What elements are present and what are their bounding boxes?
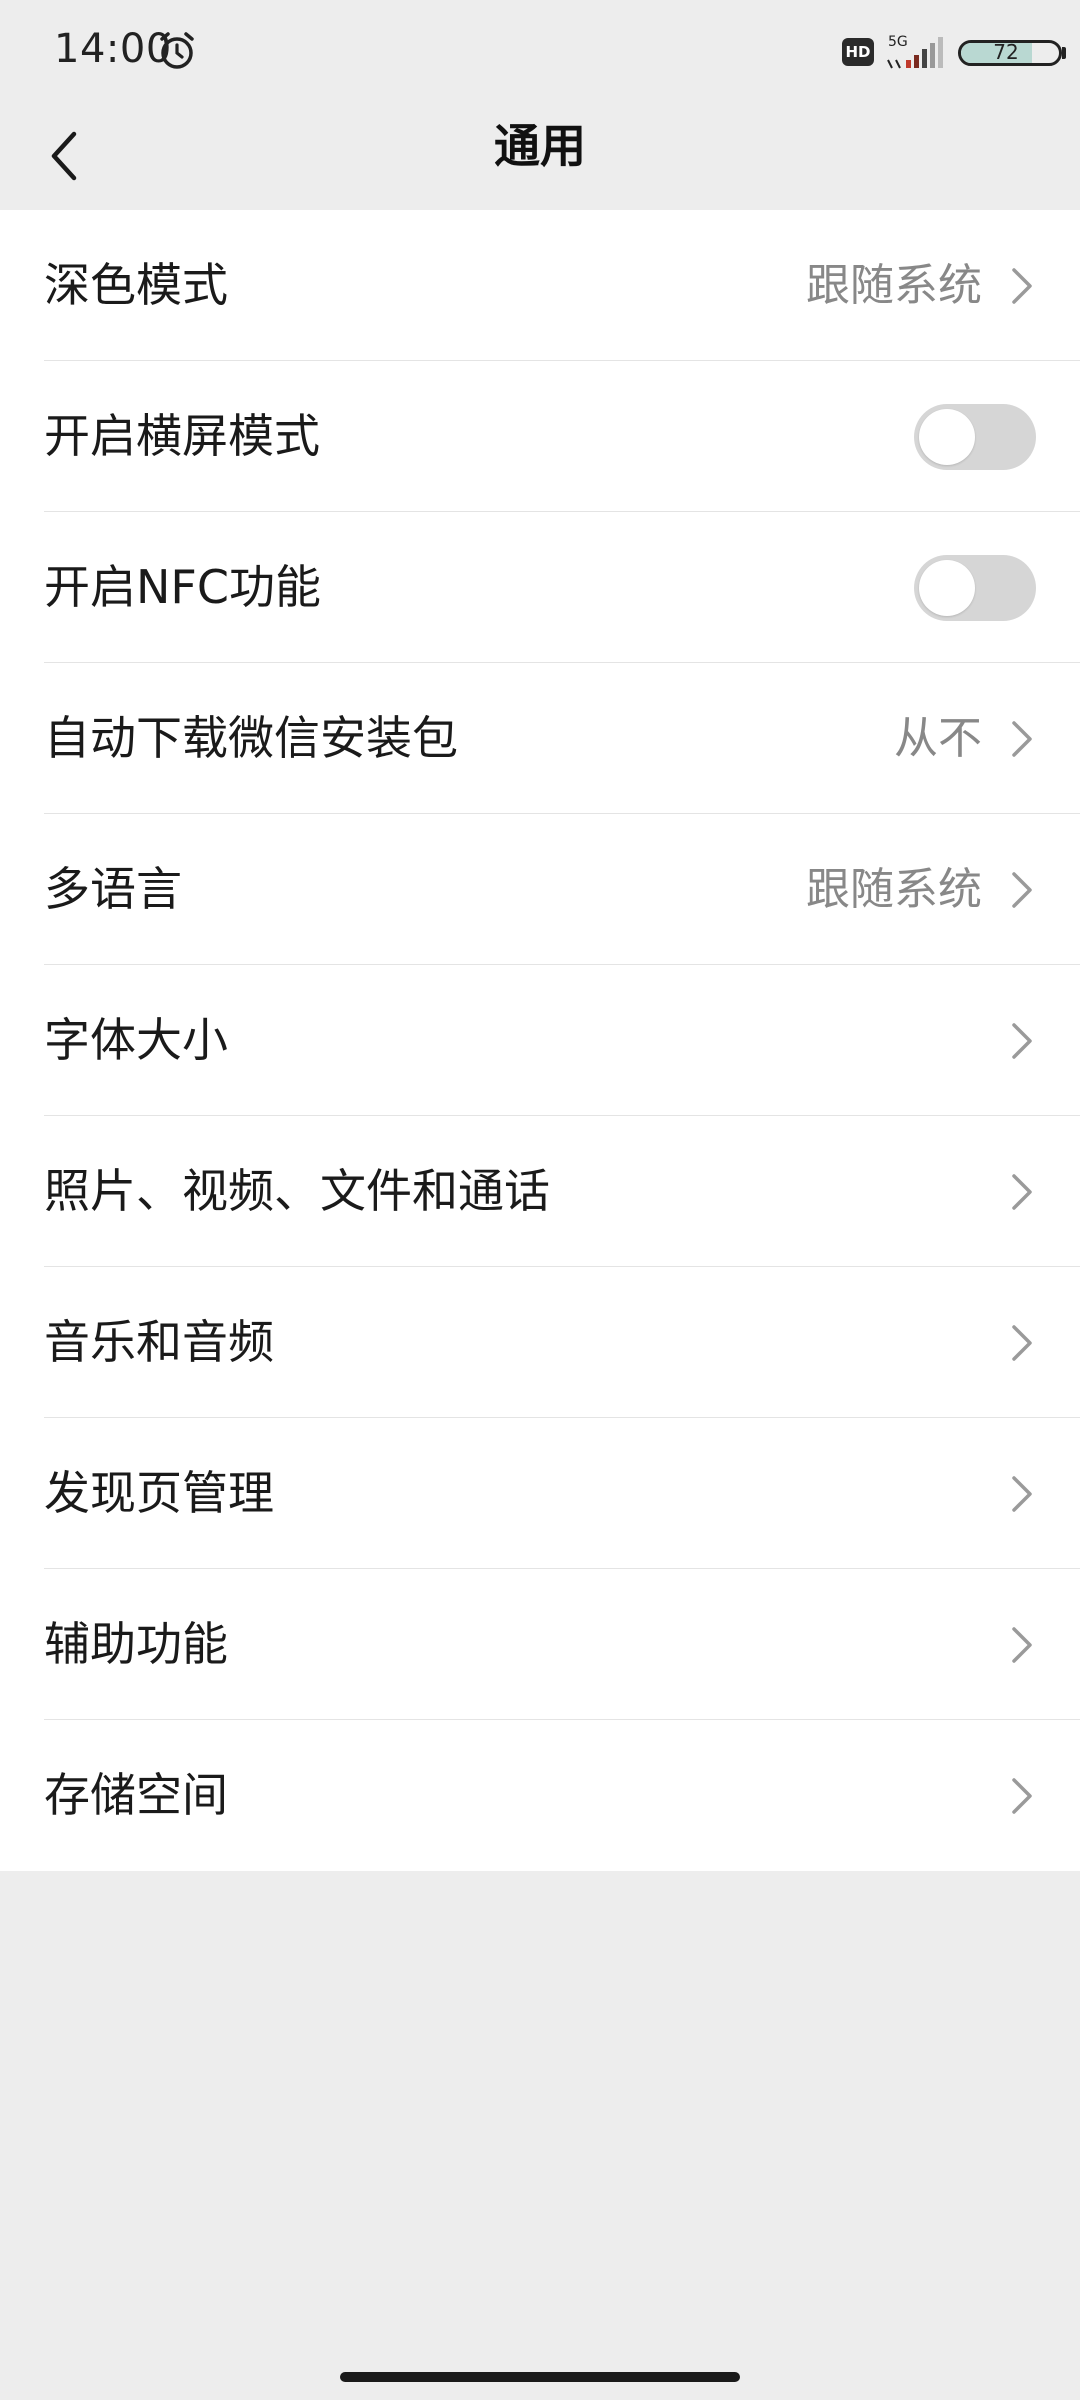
settings-row[interactable]: 开启横屏模式: [0, 361, 1080, 512]
settings-row-label: 音乐和音频: [44, 1315, 274, 1369]
toggle-knob: [919, 409, 975, 465]
chevron-right-icon: [1012, 268, 1032, 304]
settings-row[interactable]: 开启NFC功能: [0, 512, 1080, 663]
settings-row[interactable]: 辅助功能: [0, 1569, 1080, 1720]
settings-row-label: 开启NFC功能: [44, 560, 321, 614]
settings-row-label: 深色模式: [44, 258, 228, 312]
hd-badge: HD: [842, 38, 874, 66]
settings-row[interactable]: 存储空间: [0, 1720, 1080, 1871]
settings-row-label: 存储空间: [44, 1768, 228, 1822]
back-arrow-icon: [51, 131, 77, 181]
settings-row-label: 自动下载微信安装包: [44, 711, 458, 765]
settings-row[interactable]: 发现页管理: [0, 1418, 1080, 1569]
settings-row-value: 从不: [894, 713, 982, 764]
settings-row-label: 辅助功能: [44, 1617, 228, 1671]
status-bar: 14:00 HD 5G 72: [0, 0, 1080, 100]
settings-row-value: 跟随系统: [806, 864, 982, 915]
settings-row-label: 多语言: [44, 862, 182, 916]
settings-row[interactable]: 深色模式 跟随系统: [0, 210, 1080, 361]
chevron-right-icon: [1012, 721, 1032, 757]
battery-indicator: 72: [958, 40, 1062, 66]
settings-row-label: 发现页管理: [44, 1466, 274, 1520]
home-indicator[interactable]: [340, 2372, 740, 2382]
settings-row[interactable]: 字体大小: [0, 965, 1080, 1116]
settings-row[interactable]: 多语言 跟随系统: [0, 814, 1080, 965]
battery-level: 72: [993, 40, 1019, 64]
chevron-right-icon: [1012, 1325, 1032, 1361]
page-title: 通用: [494, 119, 586, 173]
signal-icon: 5G: [887, 34, 943, 69]
settings-row-label: 开启横屏模式: [44, 409, 320, 463]
chevron-right-icon: [1012, 1174, 1032, 1210]
settings-row[interactable]: 音乐和音频: [0, 1267, 1080, 1418]
chevron-right-icon: [1012, 1778, 1032, 1814]
back-button[interactable]: [24, 116, 104, 196]
status-time: 14:00: [54, 26, 172, 72]
settings-row-value: 跟随系统: [806, 260, 982, 311]
settings-row[interactable]: 自动下载微信安装包 从不: [0, 663, 1080, 814]
chevron-right-icon: [1012, 872, 1032, 908]
chevron-right-icon: [1012, 1023, 1032, 1059]
settings-row[interactable]: 照片、视频、文件和通话: [0, 1116, 1080, 1267]
toggle-switch[interactable]: [914, 555, 1036, 621]
nav-bar: 通用: [0, 100, 1080, 210]
toggle-knob: [919, 560, 975, 616]
settings-row-label: 字体大小: [44, 1013, 228, 1067]
chevron-right-icon: [1012, 1627, 1032, 1663]
alarm-icon: [160, 32, 194, 69]
settings-row-label: 照片、视频、文件和通话: [44, 1164, 550, 1218]
battery-cap: [1062, 47, 1066, 59]
settings-list: 深色模式 跟随系统 开启横屏模式 开启NFC功能 自动下载微信安装包 从不 多语言 跟随系统字…: [0, 210, 1080, 1871]
network-label: 5G: [888, 34, 908, 50]
toggle-switch[interactable]: [914, 404, 1036, 470]
chevron-right-icon: [1012, 1476, 1032, 1512]
